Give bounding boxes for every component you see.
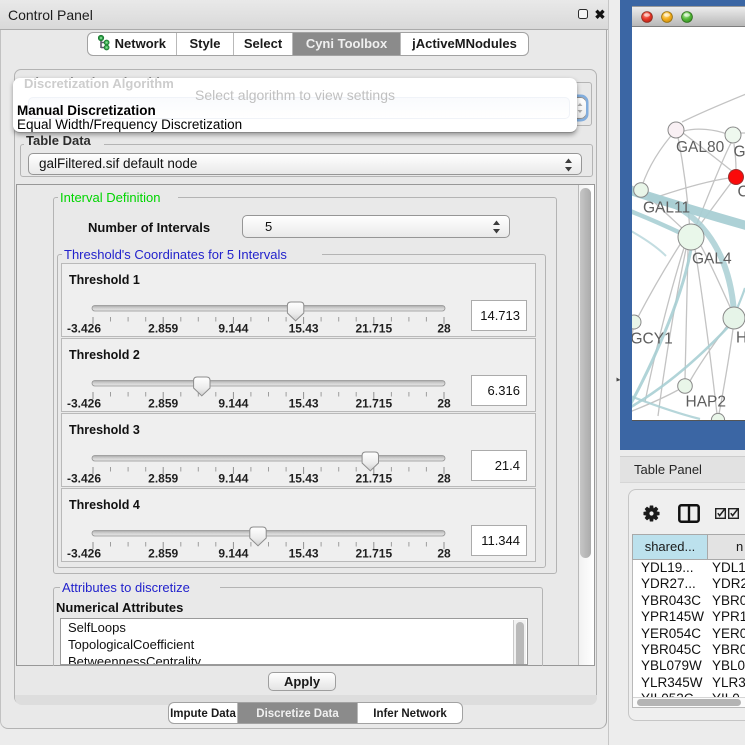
svg-text:15.43: 15.43 — [289, 397, 319, 411]
svg-text:21.715: 21.715 — [355, 322, 392, 336]
svg-text:-3.426: -3.426 — [67, 547, 101, 561]
svg-text:G..: G.. — [734, 144, 745, 161]
svg-text:28: 28 — [437, 547, 451, 561]
svg-text:9.144: 9.144 — [218, 322, 248, 336]
svg-text:2.859: 2.859 — [148, 547, 178, 561]
svg-text:GCY1: GCY1 — [632, 331, 673, 348]
svg-text:-3.426: -3.426 — [67, 322, 101, 336]
svg-text:2.859: 2.859 — [148, 397, 178, 411]
svg-text:2.859: 2.859 — [148, 322, 178, 336]
svg-text:H: H — [736, 330, 745, 347]
svg-text:21.715: 21.715 — [355, 472, 392, 486]
svg-text:GAL11: GAL11 — [643, 200, 690, 217]
svg-text:C: C — [738, 184, 745, 201]
svg-text:28: 28 — [437, 472, 451, 486]
svg-text:9.144: 9.144 — [218, 472, 248, 486]
svg-text:15.43: 15.43 — [289, 322, 319, 336]
svg-text:2.859: 2.859 — [148, 472, 178, 486]
svg-text:21.715: 21.715 — [355, 397, 392, 411]
svg-text:-3.426: -3.426 — [67, 472, 101, 486]
svg-text:28: 28 — [437, 397, 451, 411]
svg-text:28: 28 — [437, 322, 451, 336]
svg-text:9.144: 9.144 — [218, 397, 248, 411]
svg-text:HAP2: HAP2 — [686, 394, 727, 411]
svg-text:15.43: 15.43 — [289, 547, 319, 561]
svg-text:9.144: 9.144 — [218, 547, 248, 561]
svg-text:GAL4: GAL4 — [692, 251, 732, 268]
svg-text:15.43: 15.43 — [289, 472, 319, 486]
svg-text:21.715: 21.715 — [355, 547, 392, 561]
svg-text:GAL80: GAL80 — [676, 139, 725, 156]
svg-text:-3.426: -3.426 — [67, 397, 101, 411]
